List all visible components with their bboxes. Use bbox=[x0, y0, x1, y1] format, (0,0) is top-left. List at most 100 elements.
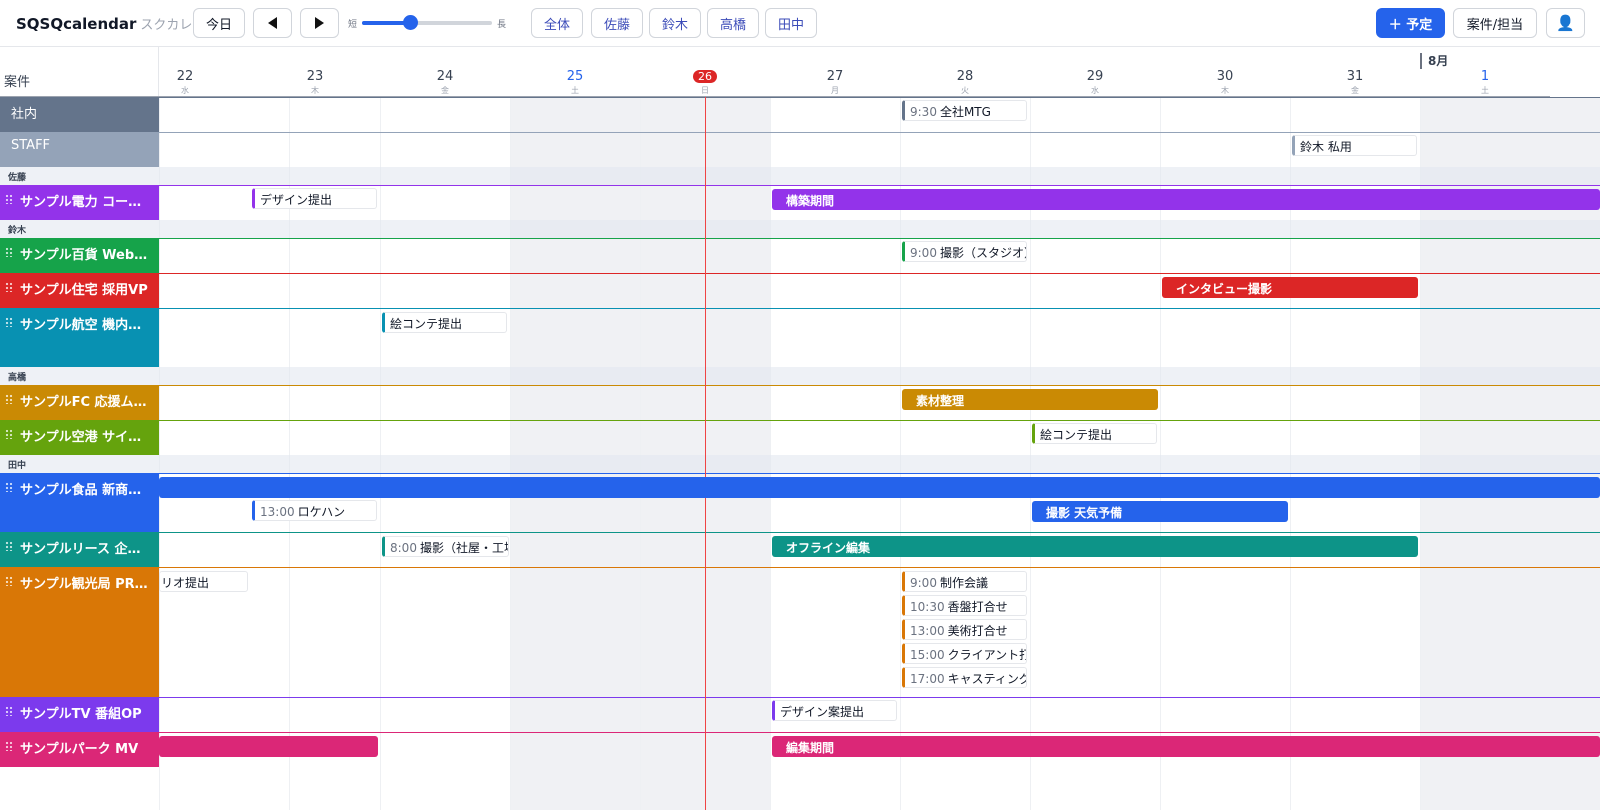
filter-tanaka-button[interactable]: 田中 bbox=[765, 8, 817, 38]
drag-handle-icon[interactable] bbox=[5, 317, 13, 327]
day-number: 29 bbox=[1086, 69, 1104, 84]
period-bar[interactable] bbox=[159, 477, 1600, 498]
drag-handle-icon[interactable] bbox=[5, 576, 13, 586]
event-title: 絵コンテ提出 bbox=[390, 317, 463, 331]
assignee-group-header: 田中 bbox=[0, 455, 1600, 473]
app-subtitle: スクカレ bbox=[140, 18, 193, 33]
event-chip[interactable]: デザイン提出 bbox=[252, 188, 377, 209]
project-row: サンプル空港 サイ… bbox=[0, 420, 1600, 455]
event-title: 全社MTG bbox=[939, 105, 991, 119]
row-divider bbox=[159, 532, 1600, 533]
event-chip[interactable]: 絵コンテ提出 bbox=[1032, 423, 1157, 444]
event-time: 8:00 bbox=[390, 541, 417, 555]
event-chip[interactable]: デザイン案提出 bbox=[772, 700, 897, 721]
event-time: 9:30 bbox=[910, 105, 937, 119]
drag-handle-icon[interactable] bbox=[5, 394, 13, 404]
drag-handle-icon[interactable] bbox=[5, 429, 13, 439]
row-divider bbox=[159, 308, 1600, 309]
event-time: 13:00 bbox=[910, 624, 945, 638]
project-label[interactable]: サンプル観光局 PR… bbox=[0, 567, 159, 697]
drag-handle-icon[interactable] bbox=[5, 194, 13, 204]
add-event-button[interactable]: ＋ 予定 bbox=[1376, 8, 1445, 38]
drag-handle-icon[interactable] bbox=[5, 282, 13, 292]
day-number: 1 bbox=[1480, 69, 1490, 84]
today-button[interactable]: 今日 bbox=[193, 8, 245, 38]
day-header: 22 水 bbox=[120, 47, 250, 97]
project-label[interactable]: サンプルFC 応援ム… bbox=[0, 385, 159, 420]
drag-handle-icon[interactable] bbox=[5, 482, 13, 492]
period-bar[interactable]: 撮影 天気予備 bbox=[1032, 501, 1288, 522]
filter-all-button[interactable]: 全体 bbox=[531, 8, 583, 38]
drag-handle-icon[interactable] bbox=[5, 706, 13, 716]
filter-suzuki-button[interactable]: 鈴木 bbox=[649, 8, 701, 38]
event-chip[interactable]: 鈴木 私用 bbox=[1292, 135, 1417, 156]
period-bar[interactable]: インタビュー撮影 bbox=[1162, 277, 1418, 298]
period-bar[interactable]: 編集期間 bbox=[772, 736, 1600, 757]
day-number: 26 bbox=[640, 69, 770, 84]
row-divider bbox=[159, 732, 1600, 733]
zoom-slider-knob[interactable] bbox=[403, 15, 419, 30]
triangle-left-icon bbox=[268, 17, 277, 29]
app-title: SQSQcalendar bbox=[16, 15, 137, 33]
projects-assignees-button[interactable]: 案件/担当 bbox=[1453, 8, 1537, 38]
period-bar[interactable]: 素材整理 bbox=[902, 389, 1158, 410]
project-name: サンプル空港 サイ… bbox=[20, 430, 142, 445]
event-chip[interactable]: 9:30 全社MTG bbox=[902, 100, 1027, 121]
project-name: サンプルFC 応援ム… bbox=[20, 395, 147, 410]
event-chip[interactable]: 13:00 ロケハン bbox=[252, 500, 377, 521]
period-bar[interactable]: オフライン編集 bbox=[772, 536, 1418, 557]
project-label[interactable]: サンプルリース 企… bbox=[0, 532, 159, 567]
filter-takahashi-button[interactable]: 高橋 bbox=[707, 8, 759, 38]
event-title: 撮影（スタジオ） bbox=[939, 246, 1027, 260]
event-chip[interactable]: 15:00 クライアント打 bbox=[902, 643, 1027, 664]
project-name: サンプル観光局 PR… bbox=[20, 577, 148, 592]
project-label[interactable]: サンプル電力 コー… bbox=[0, 185, 159, 220]
drag-handle-icon[interactable] bbox=[5, 541, 13, 551]
day-of-week: 水 bbox=[181, 86, 189, 95]
event-chip[interactable]: 8:00 撮影（社屋・工場 bbox=[382, 536, 509, 557]
day-of-week: 土 bbox=[571, 86, 579, 95]
event-chip[interactable]: 絵コンテ提出 bbox=[382, 312, 507, 333]
period-bar[interactable] bbox=[159, 736, 378, 757]
assignee-group-header: 佐藤 bbox=[0, 167, 1600, 185]
day-header: 30 木 bbox=[1160, 47, 1290, 97]
event-title: 絵コンテ提出 bbox=[1040, 428, 1113, 442]
event-title: クライアント打 bbox=[947, 648, 1027, 662]
drag-handle-icon[interactable] bbox=[5, 741, 13, 751]
project-name: サンプルTV 番組OP bbox=[20, 707, 142, 722]
row-divider bbox=[159, 567, 1600, 568]
group-label: 田中 bbox=[8, 461, 27, 471]
next-button[interactable] bbox=[300, 8, 339, 38]
project-label[interactable]: サンプル航空 機内… bbox=[0, 308, 159, 367]
event-chip[interactable]: リオ提出 bbox=[159, 571, 248, 592]
project-label[interactable]: サンプル住宅 採用VP bbox=[0, 273, 159, 308]
day-header: 29 水 bbox=[1030, 47, 1160, 97]
event-chip[interactable]: 17:00 キャスティング bbox=[902, 667, 1027, 688]
day-number: 24 bbox=[436, 69, 454, 84]
event-chip[interactable]: 9:00 撮影（スタジオ） bbox=[902, 241, 1027, 262]
period-bar[interactable]: 構築期間 bbox=[772, 189, 1600, 210]
project-label[interactable]: サンプル百貨 Web… bbox=[0, 238, 159, 273]
event-title: 撮影（社屋・工場 bbox=[419, 541, 509, 555]
calendar: 案件 22 水 23 木 24 金 25 土 26 日 27 月 28 火 29 水 30 木 3… bbox=[0, 47, 1600, 810]
event-chip[interactable]: 9:00 制作会議 bbox=[902, 571, 1027, 592]
zoom-slider[interactable] bbox=[362, 15, 492, 30]
project-label[interactable]: サンプルパーク MV bbox=[0, 732, 159, 767]
project-label-shanai[interactable]: 社内 bbox=[0, 97, 159, 132]
project-label[interactable]: サンプルTV 番組OP bbox=[0, 697, 159, 732]
row-divider bbox=[159, 697, 1600, 698]
project-row: サンプル航空 機内… bbox=[0, 308, 1600, 367]
user-menu-button[interactable]: 👤 bbox=[1546, 8, 1585, 38]
today-badge: 26 bbox=[693, 70, 717, 83]
project-label-staff[interactable]: STAFF bbox=[0, 132, 159, 167]
drag-handle-icon[interactable] bbox=[5, 247, 13, 257]
project-label[interactable]: サンプル空港 サイ… bbox=[0, 420, 159, 455]
project-label[interactable]: サンプル食品 新商… bbox=[0, 473, 159, 532]
event-chip[interactable]: 13:00 美術打合せ bbox=[902, 619, 1027, 640]
filter-sato-button[interactable]: 佐藤 bbox=[591, 8, 643, 38]
prev-button[interactable] bbox=[253, 8, 292, 38]
day-header: 28 火 bbox=[900, 47, 1030, 97]
project-name: サンプルパーク MV bbox=[20, 742, 139, 757]
event-chip[interactable]: 10:30 香盤打合せ bbox=[902, 595, 1027, 616]
row-divider bbox=[159, 185, 1600, 186]
